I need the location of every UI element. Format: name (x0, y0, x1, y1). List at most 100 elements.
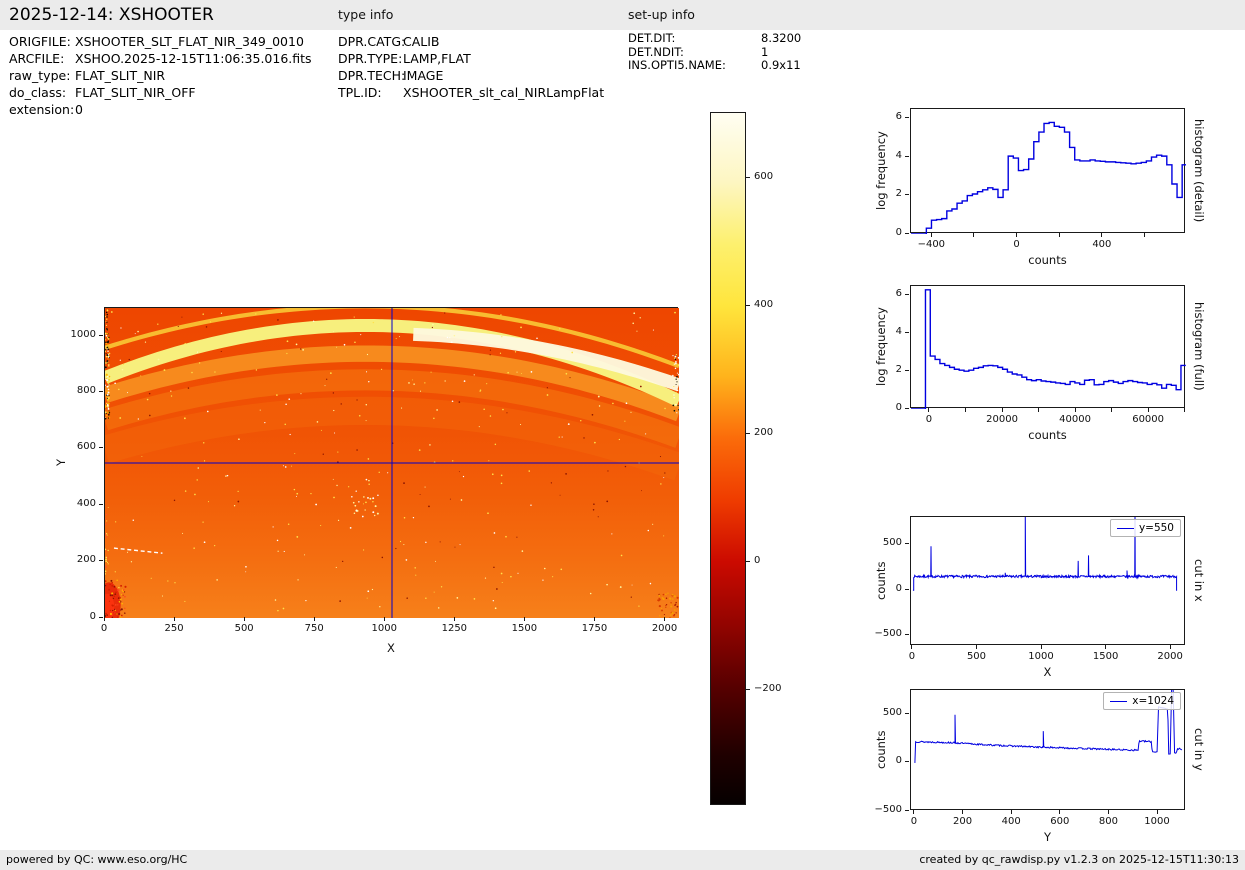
hot-pixel (288, 398, 291, 400)
hot-pixel (668, 597, 672, 600)
hot-pixel (364, 509, 366, 511)
hot-pixel (277, 609, 279, 612)
hot-pixel (335, 566, 337, 569)
hot-pixel (108, 352, 111, 355)
hot-pixel (343, 343, 346, 346)
qc-report-page: 2025-12-14: XSHOOTER type info set-up in… (0, 0, 1245, 870)
hot-pixel (377, 494, 379, 497)
hot-pixel (116, 579, 118, 582)
hot-pixel (111, 581, 114, 584)
hot-pixel (552, 576, 554, 578)
histogram-detail-y-tick (905, 155, 909, 157)
info-row: ORIGFILE: XSHOOTER_SLT_FLAT_NIR_349_0010 (9, 33, 312, 50)
colorbar-tick-label: 600 (754, 171, 774, 183)
hot-pixel (462, 475, 465, 478)
cut-in-x-x-tick (1169, 645, 1171, 649)
hot-pixel (520, 373, 522, 374)
hot-pixel (362, 503, 364, 505)
footer-credit-left: powered by QC: www.eso.org/HC (6, 853, 188, 866)
detector-image-y-axis-label: Y (54, 458, 68, 466)
histogram-full-x-tick (1111, 408, 1113, 412)
hot-pixel (214, 545, 216, 547)
hot-pixel (673, 609, 676, 611)
hot-pixel (107, 399, 110, 402)
hot-pixel (381, 556, 384, 559)
hot-pixel (106, 348, 108, 350)
hot-pixel (348, 486, 350, 488)
cut-in-x-y-tick (905, 634, 909, 636)
hot-pixel (128, 358, 131, 361)
cut-in-x-legend-label: y=550 (1138, 522, 1174, 534)
hot-pixel (105, 378, 107, 380)
hot-pixel (672, 355, 674, 357)
hot-pixel (276, 539, 279, 542)
hot-pixel (672, 404, 675, 407)
hot-pixel (536, 337, 538, 340)
hot-pixel (571, 351, 574, 354)
hot-pixel (560, 568, 563, 571)
info-label: DPR.TECH: (338, 68, 406, 83)
hot-pixel (399, 540, 402, 543)
histogram-full-x-tick (1038, 408, 1040, 412)
hot-pixel (182, 532, 184, 534)
hot-pixel (293, 488, 296, 491)
hot-pixel (659, 456, 662, 458)
hot-pixel (665, 593, 667, 596)
hot-pixel (500, 314, 502, 316)
hot-pixel (108, 381, 110, 383)
hot-pixel (424, 486, 426, 488)
hot-pixel (673, 363, 675, 365)
hot-pixel (543, 567, 546, 570)
hot-pixel (372, 321, 375, 324)
cut-in-y-x-tick (962, 810, 964, 814)
detector-image-x-tick (593, 617, 595, 621)
info-row: DET.NDIT: 1 (628, 45, 801, 60)
hot-pixel (114, 593, 117, 596)
info-label: ARCFILE: (9, 51, 65, 66)
hot-pixel (111, 584, 114, 587)
hot-pixel (660, 607, 663, 610)
hot-pixel (496, 588, 498, 590)
hot-pixel (105, 536, 108, 538)
hot-pixel (245, 571, 247, 573)
hot-pixel (316, 421, 319, 423)
hot-pixel (406, 597, 408, 599)
type-info-block: DPR.CATG: CALIB DPR.TYPE: LAMP,FLAT DPR.TECH… (338, 33, 604, 101)
colorbar (710, 112, 746, 805)
hot-pixel (419, 493, 421, 495)
hot-pixel (597, 516, 599, 518)
detector-image-y-tick (99, 560, 103, 562)
hot-pixel (119, 359, 121, 361)
hot-pixel (559, 328, 561, 330)
info-row: INS.OPTI5.NAME: 0.9x11 (628, 58, 801, 73)
hot-pixel (187, 387, 190, 389)
hot-pixel (105, 513, 108, 516)
hot-pixel (663, 535, 665, 537)
hot-pixel (661, 596, 664, 599)
hot-pixel (505, 535, 507, 538)
info-label: do_class: (9, 85, 67, 100)
hot-pixel (360, 334, 362, 336)
hot-pixel (675, 391, 677, 393)
hot-pixel (367, 590, 370, 593)
hot-pixel (662, 593, 665, 596)
hot-pixel (106, 614, 108, 616)
hot-pixel (107, 563, 109, 565)
hot-pixel (355, 490, 357, 492)
hot-pixel (591, 413, 594, 416)
histogram-detail-x-tick (1058, 233, 1060, 237)
hot-pixel (276, 394, 278, 396)
hot-pixel (428, 505, 430, 508)
hot-pixel (202, 313, 204, 315)
hot-pixel (558, 436, 560, 438)
hot-pixel (144, 341, 147, 343)
hot-pixel (108, 384, 110, 386)
hot-pixel (624, 420, 626, 422)
cut-in-y-x-axis-label: Y (1043, 830, 1052, 844)
hot-pixel (454, 546, 456, 548)
hot-pixel (351, 495, 353, 498)
hot-pixel (109, 594, 112, 597)
hot-pixel (430, 371, 432, 373)
hot-pixel (673, 614, 676, 617)
hot-pixel (107, 507, 109, 509)
